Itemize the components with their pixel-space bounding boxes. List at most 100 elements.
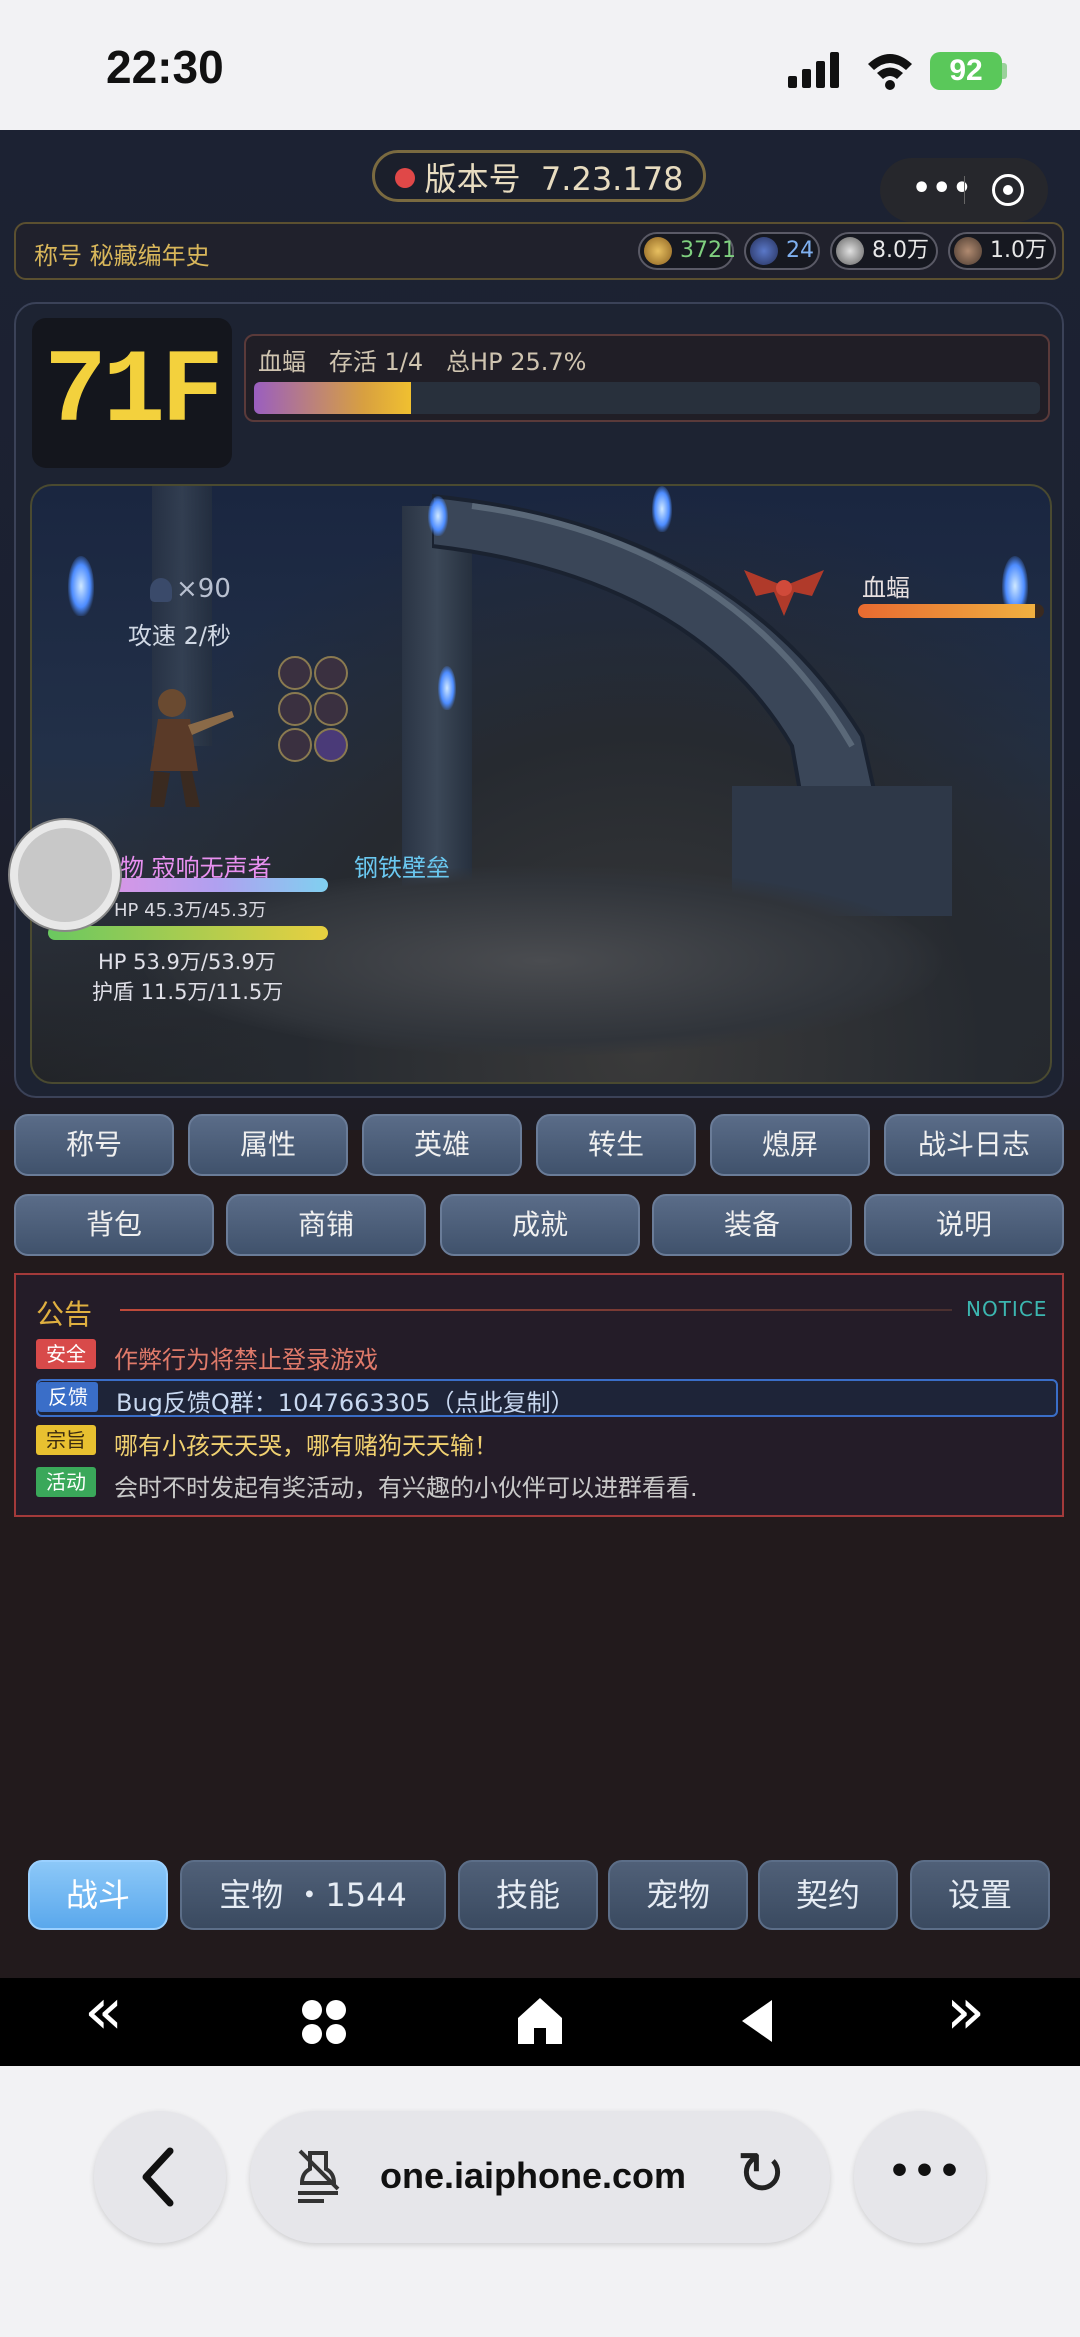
tab-settings[interactable]: 设置: [910, 1860, 1050, 1930]
last-page-icon[interactable]: »: [946, 1980, 985, 2044]
notice-item: 安全 作弊行为将禁止登录游戏: [36, 1337, 1046, 1374]
skill-slot-icon[interactable]: [278, 692, 312, 726]
player-title-bar: 称号 秘藏编年史 3721 24 8.0万 1.0万: [14, 222, 1064, 280]
menu-button-title[interactable]: 称号: [14, 1114, 174, 1176]
enemy-label: 血蝠: [862, 574, 910, 602]
notice-text: 作弊行为将禁止登录游戏: [114, 1346, 378, 1374]
target-dot: [1003, 185, 1013, 195]
game-area: 版本号 7.23.178 称号 秘藏编年史 3721 24 8.0万 1.0万 …: [0, 130, 1080, 1978]
battery-cap: [1002, 63, 1007, 79]
essence-drop-icon: [836, 237, 864, 265]
tab-skills[interactable]: 技能: [458, 1860, 598, 1930]
enemy-status: 血蝠 存活 1/4 总HP 25.7%: [244, 334, 1050, 422]
enemy-name: 血蝠: [258, 348, 306, 376]
ore-icon: [954, 237, 982, 265]
notice-badge: 宗旨: [36, 1425, 96, 1455]
status-time: 22:30: [106, 41, 224, 93]
notice-badge: 反馈: [38, 1382, 98, 1412]
url-text: one.iaiphone.com: [380, 2155, 687, 2196]
torch-flame: [68, 556, 94, 616]
tab-treasure[interactable]: 宝物 ・1544: [180, 1860, 446, 1930]
home-icon[interactable]: [516, 1996, 564, 2046]
tab-battle[interactable]: 战斗: [28, 1860, 168, 1930]
menu-button-attributes[interactable]: 属性: [188, 1114, 348, 1176]
notice-text: 哪有小孩天天哭，哪有赌狗天天输！: [114, 1432, 498, 1460]
pet-title: 钢铁壁垒: [354, 854, 450, 882]
apps-grid-icon[interactable]: [300, 1998, 348, 2046]
menu-button-backpack[interactable]: 背包: [14, 1194, 214, 1256]
enemy-hp-bar: [254, 382, 1040, 414]
menu-button-shop[interactable]: 商铺: [226, 1194, 426, 1256]
player-title[interactable]: 称号 秘藏编年史: [34, 236, 210, 271]
enemy-unit-hp-bar: [858, 604, 1044, 618]
hero-count: ×90: [150, 574, 231, 604]
hero-hp-fill: [48, 926, 328, 940]
skill-slot-icon[interactable]: [278, 656, 312, 690]
gold-coin-icon: [644, 237, 672, 265]
bottom-tab-bar: 战斗 宝物 ・1544 技能 宠物 契约 设置: [20, 1860, 1060, 1944]
capsule-divider: [964, 176, 965, 204]
enemy-survive: 存活 1/4: [328, 348, 424, 376]
skill-slot-icon[interactable]: [314, 728, 348, 762]
pet-hp-text: HP 45.3万/45.3万: [114, 900, 267, 921]
back-triangle-icon[interactable]: [740, 1998, 774, 2044]
notice-tag: NOTICE: [966, 1297, 1048, 1321]
resource-value: 24: [786, 238, 814, 263]
notice-item-feedback[interactable]: 反馈 Bug反馈Q群：1047663305（点此复制）: [36, 1379, 1058, 1417]
torch-flame: [438, 666, 456, 710]
more-dots-icon: •••: [888, 2151, 964, 2192]
hero-hp-text: HP 53.9万/53.9万: [98, 950, 276, 974]
address-bar[interactable]: one.iaiphone.com ↻: [250, 2111, 830, 2243]
menu-button-heroes[interactable]: 英雄: [362, 1114, 522, 1176]
torch-flame: [428, 496, 448, 536]
browser-back-button[interactable]: [94, 2111, 226, 2243]
resource-value: 8.0万: [872, 238, 929, 263]
menu-button-rebirth[interactable]: 转生: [536, 1114, 696, 1176]
attack-speed: 攻速 2/秒: [128, 622, 231, 650]
menu-button-equipment[interactable]: 装备: [652, 1194, 852, 1256]
menu-button-help[interactable]: 说明: [864, 1194, 1064, 1256]
spiral-staircase: [432, 493, 952, 916]
chevron-left-icon: [142, 2147, 174, 2207]
reload-icon[interactable]: ↻: [736, 2139, 786, 2209]
resource-gold: 3721: [638, 232, 736, 270]
status-bar: 22:30 92: [0, 0, 1080, 130]
assistive-touch-ball[interactable]: [10, 820, 120, 930]
browser-toolbar: one.iaiphone.com ↻ •••: [0, 2066, 1080, 2337]
menu-button-achievements[interactable]: 成就: [440, 1194, 640, 1256]
tab-contract[interactable]: 契约: [758, 1860, 898, 1930]
skill-slot-icon[interactable]: [278, 728, 312, 762]
status-dot-icon: [394, 168, 415, 188]
menu-button-battle-log[interactable]: 战斗日志: [884, 1114, 1064, 1176]
battle-panel: 71F 血蝠 存活 1/4 总HP 25.7% ×90 攻速 2/秒 血蝠 宠物…: [14, 302, 1064, 1098]
resource-essence: 8.0万: [830, 232, 938, 270]
menu-button-screen-off[interactable]: 熄屏: [710, 1114, 870, 1176]
reader-muted-icon[interactable]: [294, 2149, 344, 2205]
notice-badge: 活动: [36, 1467, 96, 1497]
notice-board: 公告 NOTICE 安全 作弊行为将禁止登录游戏 反馈 Bug反馈Q群：1047…: [14, 1273, 1064, 1517]
resource-ore: 1.0万: [948, 232, 1056, 270]
version-label: 版本号: [424, 160, 521, 198]
miniprogram-capsule: •••: [880, 158, 1048, 222]
enemy-unit-hp-fill: [858, 604, 1035, 618]
tab-pets[interactable]: 宠物: [608, 1860, 748, 1930]
skill-slot-icon[interactable]: [314, 692, 348, 726]
hero-hp-bar: [48, 926, 328, 940]
notice-badge: 安全: [36, 1339, 96, 1369]
person-icon: [150, 577, 172, 602]
wifi-icon: [868, 54, 912, 90]
enemy-hp-bar-fill: [254, 382, 412, 414]
browser-nav-bar: « »: [0, 1978, 1080, 2066]
enemy-info: 血蝠 存活 1/4 总HP 25.7%: [258, 342, 586, 377]
resource-value: 1.0万: [990, 238, 1047, 263]
floor-indicator: 71F: [32, 318, 232, 468]
close-target-icon[interactable]: [992, 174, 1024, 206]
version-number: 7.23.178: [540, 160, 684, 198]
notice-divider: [120, 1309, 952, 1311]
first-page-icon[interactable]: «: [84, 1980, 123, 2044]
version-badge: 版本号 7.23.178: [372, 150, 706, 202]
browser-more-button[interactable]: •••: [854, 2111, 986, 2243]
battle-scene: ×90 攻速 2/秒 血蝠 宠物 寂响无声者 钢铁壁垒 HP 45.3万/45.…: [30, 484, 1052, 1084]
resource-gem: 24: [744, 232, 820, 270]
skill-slot-icon[interactable]: [314, 656, 348, 690]
